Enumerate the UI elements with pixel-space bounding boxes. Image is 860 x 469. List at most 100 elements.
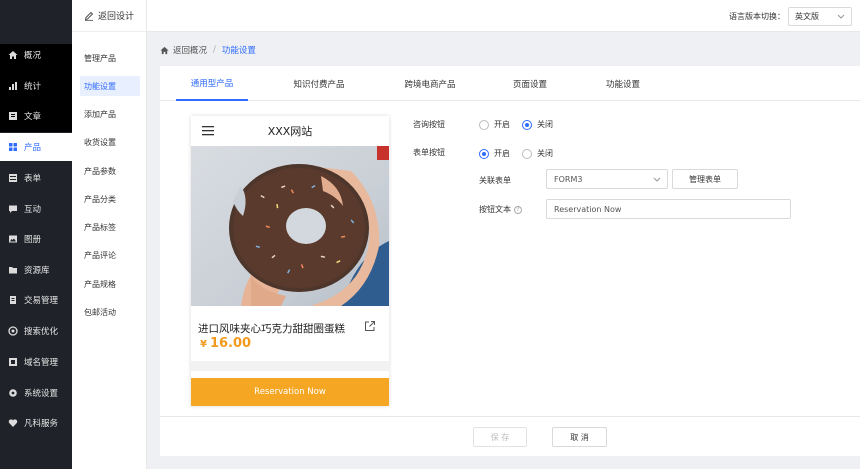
- sidebar-item-label: 搜索优化: [24, 327, 59, 337]
- chevron-down-icon: [653, 177, 661, 182]
- subnav-item-manage-products[interactable]: 管理产品: [80, 48, 140, 68]
- sidebar-item-gallery[interactable]: 图册: [0, 225, 72, 253]
- image-icon: [8, 234, 18, 244]
- back-to-design-label: 返回设计: [98, 12, 135, 22]
- manage-form-button[interactable]: 管理表单: [672, 169, 738, 189]
- sidebar-item-service[interactable]: 凡科服务: [0, 409, 72, 437]
- sidebar-item-domain[interactable]: 域名管理: [0, 348, 72, 376]
- chat-icon: [8, 204, 18, 214]
- radio-dot: [522, 119, 532, 130]
- button-text-input[interactable]: Reservation Now: [546, 199, 791, 219]
- breadcrumb-home-link[interactable]: 返回概况: [173, 44, 207, 56]
- button-text-label: 按钮文本: [479, 205, 511, 214]
- back-to-design-button[interactable]: 返回设计: [72, 0, 146, 32]
- tab-crossborder-product[interactable]: 跨境电商产品: [390, 66, 470, 101]
- subnav-item-product-categories[interactable]: 产品分类: [80, 189, 140, 209]
- sidebar-item-label: 凡科服务: [24, 419, 59, 429]
- top-bar: 语言版本切换： 英文版: [147, 0, 860, 32]
- subnav-item-product-reviews[interactable]: 产品评论: [80, 245, 140, 265]
- chart-icon: [8, 81, 18, 91]
- breadcrumb: 返回概况 / 功能设置: [160, 40, 256, 60]
- sidebar-item-overview[interactable]: 概况: [0, 41, 72, 69]
- footer-divider: [160, 416, 860, 417]
- linked-form-select[interactable]: FORM3: [546, 169, 668, 189]
- product-image: [191, 146, 389, 306]
- menu-icon[interactable]: [202, 125, 215, 136]
- currency-symbol: ¥: [200, 339, 207, 350]
- reservation-button[interactable]: Reservation Now: [191, 378, 389, 406]
- radio-dot: [479, 148, 489, 159]
- sidebar-item-label: 概况: [24, 51, 42, 61]
- cancel-button[interactable]: 取 消: [552, 427, 607, 447]
- sidebar-item-label: 文章: [24, 112, 42, 122]
- share-icon[interactable]: [364, 320, 376, 332]
- price-value: 16.00: [209, 336, 252, 351]
- sub-sidebar: 返回设计 管理产品 功能设置 添加产品 收货设置 产品参数 产品分类 产品标签 …: [72, 0, 147, 469]
- mobile-preview: XXX网站 进口风味夹心巧克力甜甜圈蛋糕 ¥ 16.00 Reservation…: [191, 116, 389, 406]
- chevron-down-icon: [837, 14, 845, 19]
- consult-off-radio[interactable]: 关闭: [522, 119, 553, 130]
- linked-form-label: 关联表单: [479, 176, 511, 185]
- sidebar-item-products[interactable]: 产品: [0, 133, 72, 161]
- radio-label: 关闭: [537, 120, 553, 129]
- main-sidebar: 概况 统计 文章 产品 表单 互动 图册 资源库 交易管理 搜索优化 域名管理: [0, 0, 72, 469]
- sidebar-item-articles[interactable]: 文章: [0, 102, 72, 130]
- sidebar-item-interaction[interactable]: 互动: [0, 195, 72, 223]
- sidebar-item-trade[interactable]: 交易管理: [0, 286, 72, 314]
- donut-photo: [191, 146, 389, 306]
- sidebar-item-settings[interactable]: 系统设置: [0, 379, 72, 407]
- sidebar-item-label: 系统设置: [24, 389, 59, 399]
- subnav-item-product-tags[interactable]: 产品标签: [80, 217, 140, 237]
- radio-label: 开启: [494, 149, 510, 158]
- folder-icon: [8, 265, 18, 275]
- consult-button-label: 咨询按钮: [413, 120, 445, 129]
- sidebar-item-label: 表单: [24, 174, 42, 184]
- sidebar-item-resources[interactable]: 资源库: [0, 256, 72, 284]
- tab-feature-settings[interactable]: 功能设置: [593, 66, 653, 101]
- sidebar-item-label: 资源库: [24, 266, 50, 276]
- edit-icon: [84, 11, 94, 21]
- form-button-on-radio[interactable]: 开启: [479, 148, 510, 159]
- radio-label: 开启: [494, 120, 510, 129]
- trade-icon: [8, 295, 18, 305]
- product-price: ¥16.00: [200, 336, 251, 351]
- sidebar-item-forms[interactable]: 表单: [0, 164, 72, 192]
- sidebar-item-label: 统计: [24, 82, 42, 92]
- breadcrumb-current: 功能设置: [221, 46, 256, 56]
- consult-on-radio[interactable]: 开启: [479, 119, 510, 130]
- subnav-item-product-specs[interactable]: 产品规格: [80, 274, 140, 294]
- sidebar-item-label: 互动: [24, 205, 42, 215]
- radio-label: 关闭: [537, 149, 553, 158]
- sidebar-item-seo[interactable]: 搜索优化: [0, 317, 72, 345]
- button-text-label-group: 按钮文本?: [479, 204, 522, 215]
- subnav-item-product-params[interactable]: 产品参数: [80, 161, 140, 181]
- subnav-item-add-product[interactable]: 添加产品: [80, 104, 140, 124]
- home-icon: [8, 50, 18, 60]
- preview-divider: [191, 361, 389, 371]
- gear-icon: [8, 388, 18, 398]
- language-select-value: 英文版: [795, 12, 819, 21]
- button-text-value: Reservation Now: [554, 204, 622, 214]
- article-icon: [8, 111, 18, 121]
- language-switch-label: 语言版本切换：: [729, 12, 785, 21]
- subnav-item-feature-settings[interactable]: 功能设置: [80, 76, 140, 96]
- tab-general-product[interactable]: 通用型产品: [176, 66, 248, 101]
- tab-page-settings[interactable]: 页面设置: [500, 66, 560, 101]
- form-button-label: 表单按钮: [413, 148, 445, 157]
- radio-dot: [522, 148, 532, 159]
- help-icon[interactable]: ?: [514, 205, 522, 214]
- subnav-item-free-shipping[interactable]: 包邮活动: [80, 302, 140, 322]
- search-icon: [8, 326, 18, 336]
- save-button[interactable]: 保 存: [473, 427, 527, 447]
- preview-header: XXX网站: [191, 116, 389, 146]
- domain-icon: [8, 357, 18, 367]
- home-icon: [160, 46, 169, 54]
- form-button-off-radio[interactable]: 关闭: [522, 148, 553, 159]
- sidebar-item-stats[interactable]: 统计: [0, 72, 72, 100]
- linked-form-value: FORM3: [554, 174, 583, 184]
- tab-knowledge-product[interactable]: 知识付费产品: [279, 66, 359, 101]
- subnav-item-shipping-settings[interactable]: 收货设置: [80, 132, 140, 152]
- language-select[interactable]: 英文版: [788, 7, 852, 26]
- radio-dot: [479, 119, 489, 130]
- sidebar-item-label: 域名管理: [24, 358, 59, 368]
